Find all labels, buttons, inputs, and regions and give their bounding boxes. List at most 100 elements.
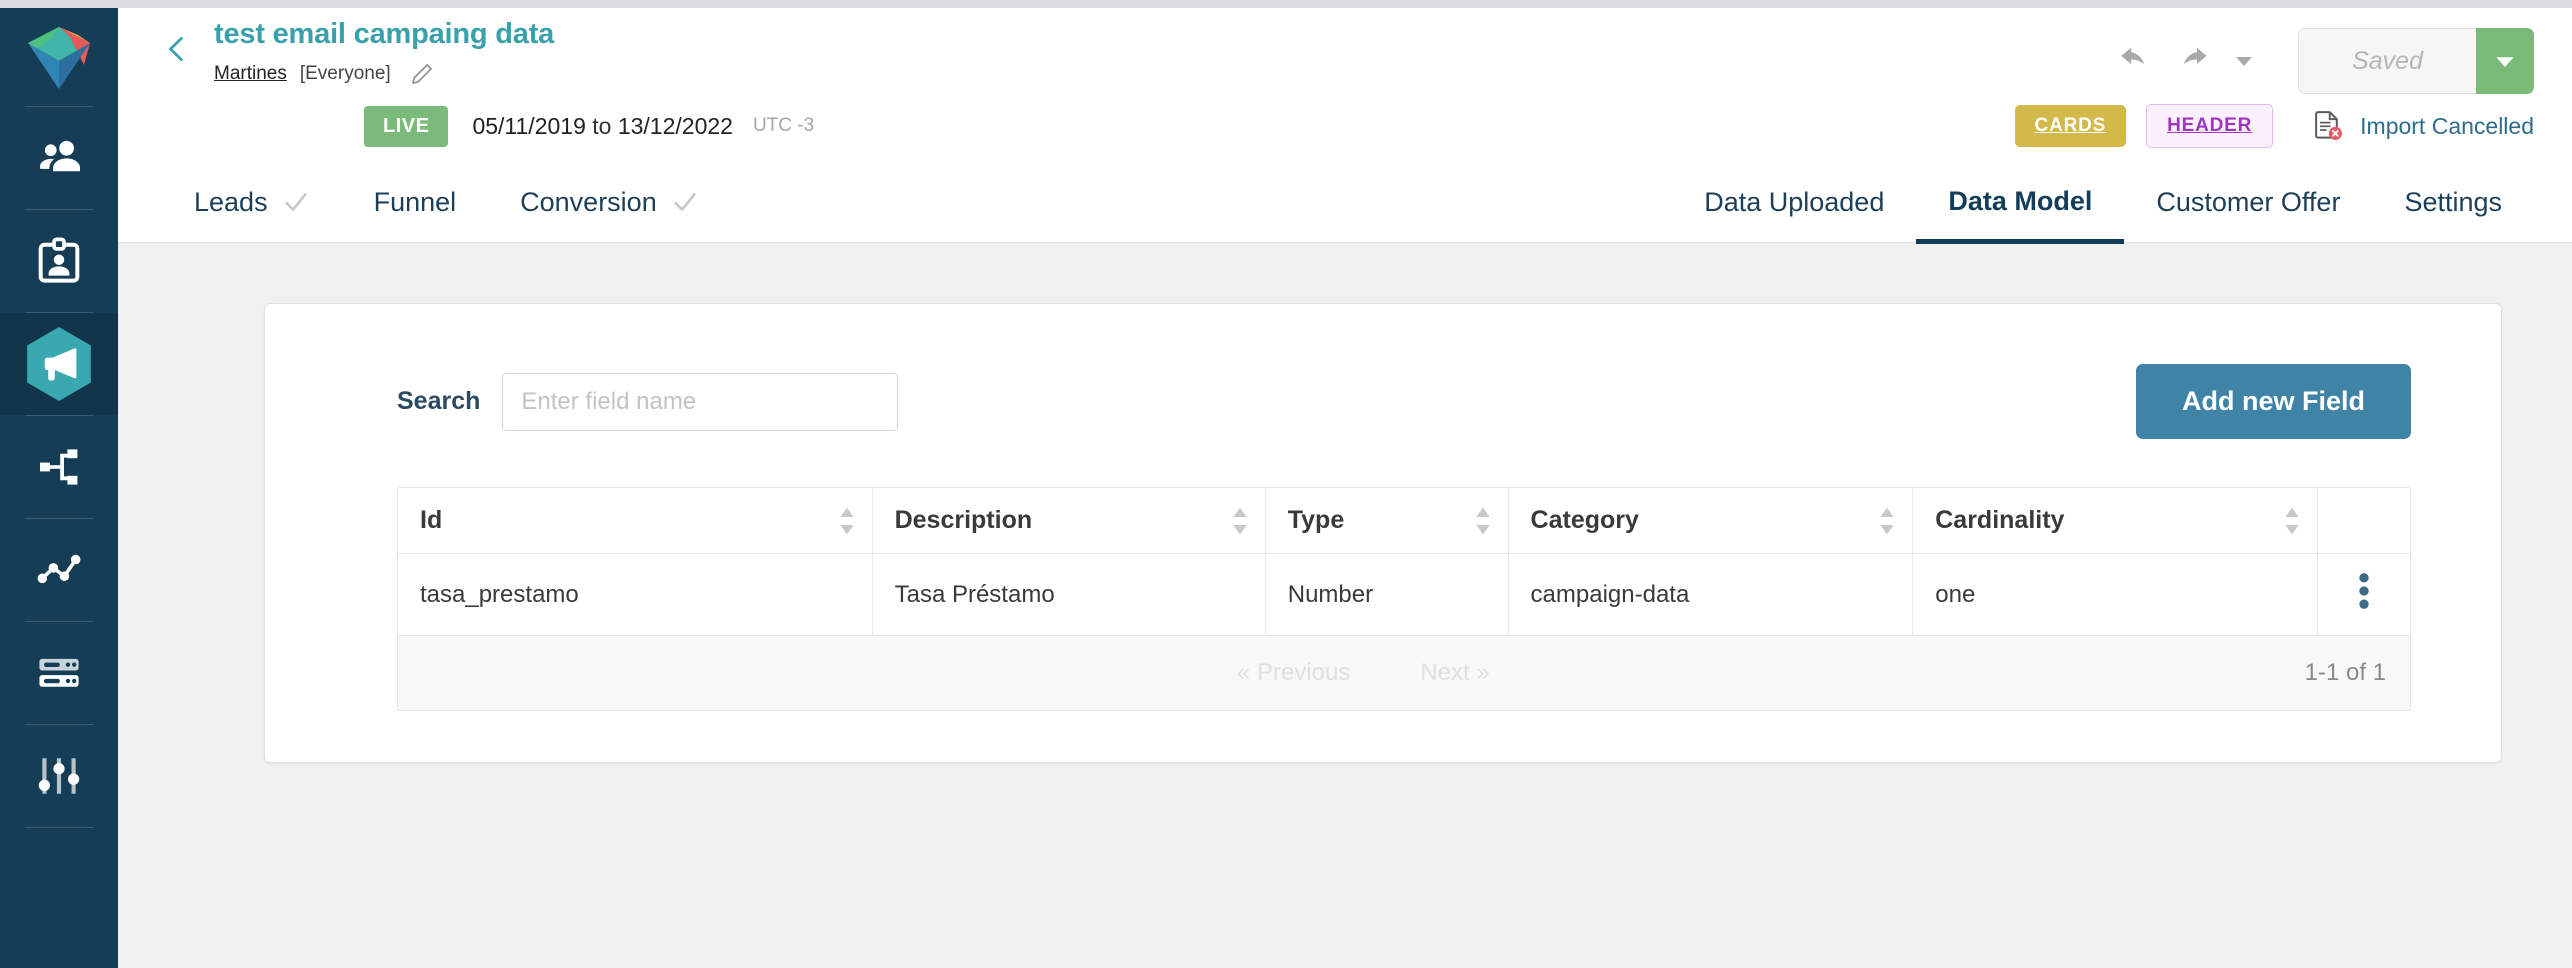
fields-table-wrapper: Id Description Type Category Cardinality… [397,487,2411,711]
column-header-category[interactable]: Category [1508,488,1914,554]
date-to: 13/12/2022 [617,112,733,139]
megaphone-icon [44,348,77,381]
sidebar-item-users[interactable] [0,107,118,209]
column-header-cardinality[interactable]: Cardinality [1912,488,2318,554]
column-label: Category [1530,506,1639,534]
tab-customer-offer[interactable]: Customer Offer [2124,176,2372,244]
sidebar-item-flows[interactable] [0,416,118,518]
column-label: Cardinality [1935,506,2065,534]
search-input[interactable] [502,372,899,431]
check-icon [282,188,310,216]
app-root: test email campaing data Martines [Every… [0,0,2572,968]
share-nodes-icon [40,449,78,485]
pagination: « Previous Next » [422,659,2305,687]
row-actions-button[interactable] [2358,572,2370,610]
sidebar-item-data[interactable] [0,622,118,724]
header-actions: Saved [2106,28,2534,94]
undo-arrow-icon [2121,47,2144,65]
sort-icon [1474,506,1492,536]
table-footer: « Previous Next » 1-1 of 1 [398,636,2410,710]
tabs-left-group: Leads Funnel Conversion [162,174,731,242]
column-header-description[interactable]: Description [872,488,1266,554]
cell-actions [2317,553,2410,636]
save-button-group: Saved [2298,28,2534,94]
sliders-icon [38,758,80,794]
tab-label: Leads [194,186,268,217]
column-header-id[interactable]: Id [398,488,873,554]
status-badge-live: LIVE [364,105,449,147]
column-header-type[interactable]: Type [1265,488,1509,554]
server-icon [39,658,79,687]
tab-label: Funnel [373,186,457,217]
document-error-icon [2315,111,2343,140]
sort-icon [838,506,856,536]
tab-data-uploaded[interactable]: Data Uploaded [1672,176,1916,244]
column-header-actions [2317,488,2410,554]
import-status-label: Import Cancelled [2360,112,2534,139]
active-hex-background [22,327,96,401]
column-label: Type [1287,506,1345,534]
tab-funnel[interactable]: Funnel [342,176,489,244]
cell-id: tasa_prestamo [398,553,873,636]
prism-logo-icon [28,27,90,89]
sort-icon [1231,506,1249,536]
window-topbar-strip [0,0,2572,8]
tag-cards[interactable]: CARDS [2014,105,2127,147]
owner-scope: [Everyone] [299,63,391,85]
kebab-menu-icon [2359,573,2369,609]
next-page-link[interactable]: Next » [1420,659,1489,687]
sort-icon [1878,506,1896,536]
save-button[interactable]: Saved [2298,28,2476,94]
chevron-left-icon [169,37,183,61]
tag-header[interactable]: HEADER [2146,104,2274,148]
page-count-label: 1-1 of 1 [2304,659,2386,686]
tab-label: Conversion [520,186,657,217]
tab-data-model[interactable]: Data Model [1916,176,2125,244]
undo-button[interactable] [2106,38,2164,84]
owner-name[interactable]: Martines [214,63,287,85]
redo-arrow-icon [2184,47,2207,65]
caret-down-icon [2496,57,2514,67]
date-from: 05/11/2019 [472,112,586,139]
app-logo[interactable] [0,10,118,106]
cell-description: Tasa Préstamo [872,553,1266,636]
tab-label: Customer Offer [2156,186,2341,217]
page-header: test email campaing data Martines [Every… [118,0,2572,244]
back-button[interactable] [162,32,192,66]
previous-page-link[interactable]: « Previous [1237,659,1350,687]
header-more-button[interactable] [2222,38,2266,84]
column-label: Id [420,506,443,534]
left-sidebar [0,0,118,968]
fields-table: Id Description Type Category Cardinality… [398,488,2410,636]
timezone-label: UTC -3 [752,115,815,136]
save-options-button[interactable] [2476,28,2534,94]
owner-row: Martines [Everyone] [214,61,2106,87]
content-area: Search Add new Field [118,243,2572,968]
tab-settings[interactable]: Settings [2372,176,2534,244]
tab-leads[interactable]: Leads [162,176,342,244]
sidebar-item-settings[interactable] [0,725,118,827]
add-new-field-button[interactable]: Add new Field [2135,364,2411,439]
tab-label: Data Model [1948,186,2093,216]
tab-conversion[interactable]: Conversion [488,176,731,244]
tab-label: Settings [2404,186,2502,217]
edit-title-button[interactable] [409,61,435,87]
date-joiner: to [592,112,612,139]
card-toolbar: Search Add new Field [335,364,2431,439]
sidebar-item-analytics[interactable] [0,519,118,621]
pencil-icon [411,64,432,85]
table-row: tasa_prestamo Tasa Préstamo Number campa… [398,553,2410,636]
main-area: test email campaing data Martines [Every… [118,0,2572,968]
data-model-card: Search Add new Field [264,303,2502,763]
page-title: test email campaing data [214,18,555,50]
title-block: test email campaing data Martines [Every… [214,18,2106,87]
line-chart-icon [37,554,81,584]
sidebar-divider [25,827,93,828]
sidebar-item-campaigns[interactable] [0,313,118,415]
import-status[interactable]: Import Cancelled [2311,108,2534,144]
status-row: LIVE 05/11/2019 to 13/12/2022 UTC -3 CAR… [118,88,2572,148]
redo-button[interactable] [2164,38,2222,84]
cell-category: campaign-data [1508,553,1914,636]
sidebar-item-leads[interactable] [0,210,118,312]
caret-down-icon [2236,57,2252,66]
